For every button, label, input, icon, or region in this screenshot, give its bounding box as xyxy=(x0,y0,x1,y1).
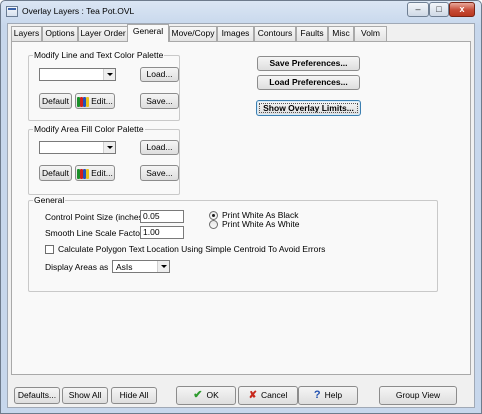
area-palette-load-button[interactable]: Load... xyxy=(140,140,179,155)
cancel-x-icon: ✘ xyxy=(248,390,257,401)
maximize-button[interactable]: □ xyxy=(429,2,449,17)
show-all-button[interactable]: Show All xyxy=(62,387,108,404)
line-palette-default-button[interactable]: Default xyxy=(39,93,72,109)
help-label: Help xyxy=(324,390,343,400)
area-palette-dropdown[interactable] xyxy=(39,141,116,154)
line-palette-edit-label: Edit... xyxy=(91,96,113,106)
chevron-down-icon xyxy=(103,142,115,153)
app-window-icon xyxy=(6,6,18,17)
print-white-as-white-radio[interactable] xyxy=(209,220,218,229)
hide-all-button[interactable]: Hide All xyxy=(111,387,157,404)
line-text-palette-group: Modify Line and Text Color Palette Load.… xyxy=(28,50,180,121)
area-palette-default-button[interactable]: Default xyxy=(39,165,72,181)
tab-move-copy[interactable]: Move/Copy xyxy=(169,26,217,41)
chevron-down-icon xyxy=(157,261,169,272)
tab-contours[interactable]: Contours xyxy=(254,26,296,41)
dialog-client-area: Layers Options Layer Order General Move/… xyxy=(7,23,475,408)
show-overlay-limits-button[interactable]: Show Overlay Limits... xyxy=(256,100,361,116)
line-palette-load-button[interactable]: Load... xyxy=(140,67,179,82)
minimize-button[interactable]: – xyxy=(407,2,429,17)
dialog-window: Overlay Layers : Tea Pot.OVL – □ x Layer… xyxy=(0,0,482,414)
centroid-checkbox-label[interactable]: Calculate Polygon Text Location Using Si… xyxy=(58,244,325,254)
centroid-checkbox[interactable] xyxy=(45,245,54,254)
control-point-size-input[interactable]: 0.05 xyxy=(140,210,184,223)
area-palette-edit-label: Edit... xyxy=(91,168,113,178)
general-tab-panel: Modify Line and Text Color Palette Load.… xyxy=(11,41,471,375)
checkmark-icon: ✔ xyxy=(193,389,203,401)
tab-layer-order[interactable]: Layer Order xyxy=(78,26,128,41)
general-settings-group: General Control Point Size (inches) 0.05… xyxy=(28,195,438,292)
line-text-palette-legend: Modify Line and Text Color Palette xyxy=(33,50,165,60)
area-fill-palette-group: Modify Area Fill Color Palette Load... D… xyxy=(28,124,180,195)
area-fill-palette-legend: Modify Area Fill Color Palette xyxy=(33,124,145,134)
close-button[interactable]: x xyxy=(449,2,475,17)
palette-icon xyxy=(77,168,90,179)
print-white-as-black-radio[interactable] xyxy=(209,211,218,220)
tab-misc[interactable]: Misc xyxy=(328,26,354,41)
cancel-label: Cancel xyxy=(260,390,288,400)
load-preferences-button[interactable]: Load Preferences... xyxy=(257,75,360,90)
line-palette-edit-button[interactable]: Edit... xyxy=(75,93,115,109)
tab-layers[interactable]: Layers xyxy=(11,26,42,41)
cancel-button[interactable]: ✘ Cancel xyxy=(238,386,298,405)
display-areas-label: Display Areas as xyxy=(45,262,109,272)
ok-label: OK xyxy=(206,390,219,400)
area-palette-edit-button[interactable]: Edit... xyxy=(75,165,115,181)
control-point-size-label: Control Point Size (inches) xyxy=(45,212,146,222)
help-button[interactable]: ? Help xyxy=(298,386,358,405)
line-palette-dropdown[interactable] xyxy=(39,68,116,81)
title-bar[interactable]: Overlay Layers : Tea Pot.OVL – □ x xyxy=(1,1,481,23)
question-mark-icon: ? xyxy=(313,389,321,401)
ok-button[interactable]: ✔ OK xyxy=(176,386,236,405)
group-view-button[interactable]: Group View xyxy=(379,386,457,405)
display-areas-value: AsIs xyxy=(116,262,133,272)
line-palette-save-button[interactable]: Save... xyxy=(140,93,179,109)
palette-icon xyxy=(77,96,90,107)
area-palette-save-button[interactable]: Save... xyxy=(140,165,179,181)
print-white-as-white-label[interactable]: Print White As White xyxy=(222,219,299,229)
tab-options[interactable]: Options xyxy=(42,26,78,41)
window-title: Overlay Layers : Tea Pot.OVL xyxy=(22,6,135,16)
tab-volm[interactable]: Volm xyxy=(354,26,387,41)
tab-images[interactable]: Images xyxy=(217,26,254,41)
general-legend: General xyxy=(33,195,66,205)
smooth-line-scale-label: Smooth Line Scale Factor xyxy=(45,228,143,238)
defaults-button[interactable]: Defaults... xyxy=(14,387,60,404)
save-preferences-button[interactable]: Save Preferences... xyxy=(257,56,360,71)
tab-general[interactable]: General xyxy=(127,24,169,42)
display-areas-dropdown[interactable]: AsIs xyxy=(112,260,170,273)
smooth-line-scale-input[interactable]: 1.00 xyxy=(140,226,184,239)
chevron-down-icon xyxy=(103,69,115,80)
tab-faults[interactable]: Faults xyxy=(296,26,328,41)
